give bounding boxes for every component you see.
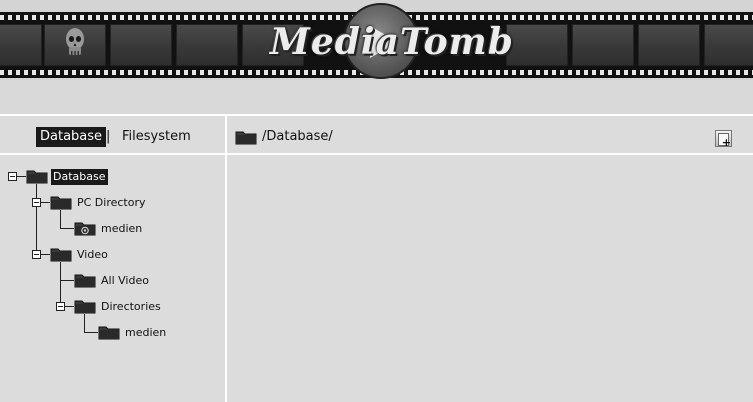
current-path: /Database/ [262, 129, 333, 144]
film-frame [572, 24, 634, 66]
collapse-toggle[interactable] [32, 250, 41, 259]
tree-connector [41, 254, 50, 255]
tree-connector [65, 306, 74, 307]
folder-icon [50, 248, 72, 262]
item-list-panel [227, 155, 753, 402]
film-frame [110, 24, 172, 66]
add-item-button[interactable] [715, 130, 732, 148]
folder-icon [50, 196, 72, 210]
film-frame [506, 24, 568, 66]
folder-icon [98, 326, 120, 340]
tree-connector [60, 228, 74, 229]
path-bar: /Database/ [227, 114, 753, 155]
tree-connector [84, 332, 98, 333]
film-frame [176, 24, 238, 66]
tree-connector [60, 210, 61, 229]
tree-item-video[interactable]: Video [75, 247, 110, 263]
tree-item-directories[interactable]: Directories [99, 299, 163, 315]
film-frame [0, 24, 42, 66]
tab-separator: | [106, 129, 111, 144]
tree-connector [60, 280, 74, 281]
folder-icon [74, 300, 96, 314]
tree-item-medien[interactable]: medien [99, 221, 144, 237]
tree-connector [60, 262, 61, 307]
tab-filesystem[interactable]: Filesystem [122, 127, 191, 147]
tree-item-pc-directory[interactable]: PC Directory [75, 195, 148, 211]
collapse-toggle[interactable] [8, 172, 17, 181]
folder-icon [74, 274, 96, 288]
tree-connector [36, 184, 37, 255]
skull-icon [66, 28, 84, 55]
collapse-toggle[interactable] [32, 198, 41, 207]
app-logo: MediaTomb [270, 21, 514, 63]
camera-folder-icon [74, 222, 96, 236]
folder-icon [235, 131, 257, 145]
collapse-toggle[interactable] [56, 302, 65, 311]
view-switcher: Database | Filesystem [0, 114, 225, 155]
tree-connector [41, 202, 50, 203]
tree-item-database[interactable]: Database [51, 169, 108, 185]
container-tree: Database PC Directory medien Video All V… [0, 155, 225, 402]
tree-connector [84, 314, 85, 333]
film-frame [704, 24, 753, 66]
folder-icon [26, 170, 48, 184]
tree-item-medien[interactable]: medien [123, 325, 168, 341]
header-banner: MediaTomb [0, 0, 753, 80]
film-frame [638, 24, 700, 66]
tree-item-all-video[interactable]: All Video [99, 273, 151, 289]
tab-database[interactable]: Database [36, 127, 107, 147]
tree-connector [17, 176, 26, 177]
